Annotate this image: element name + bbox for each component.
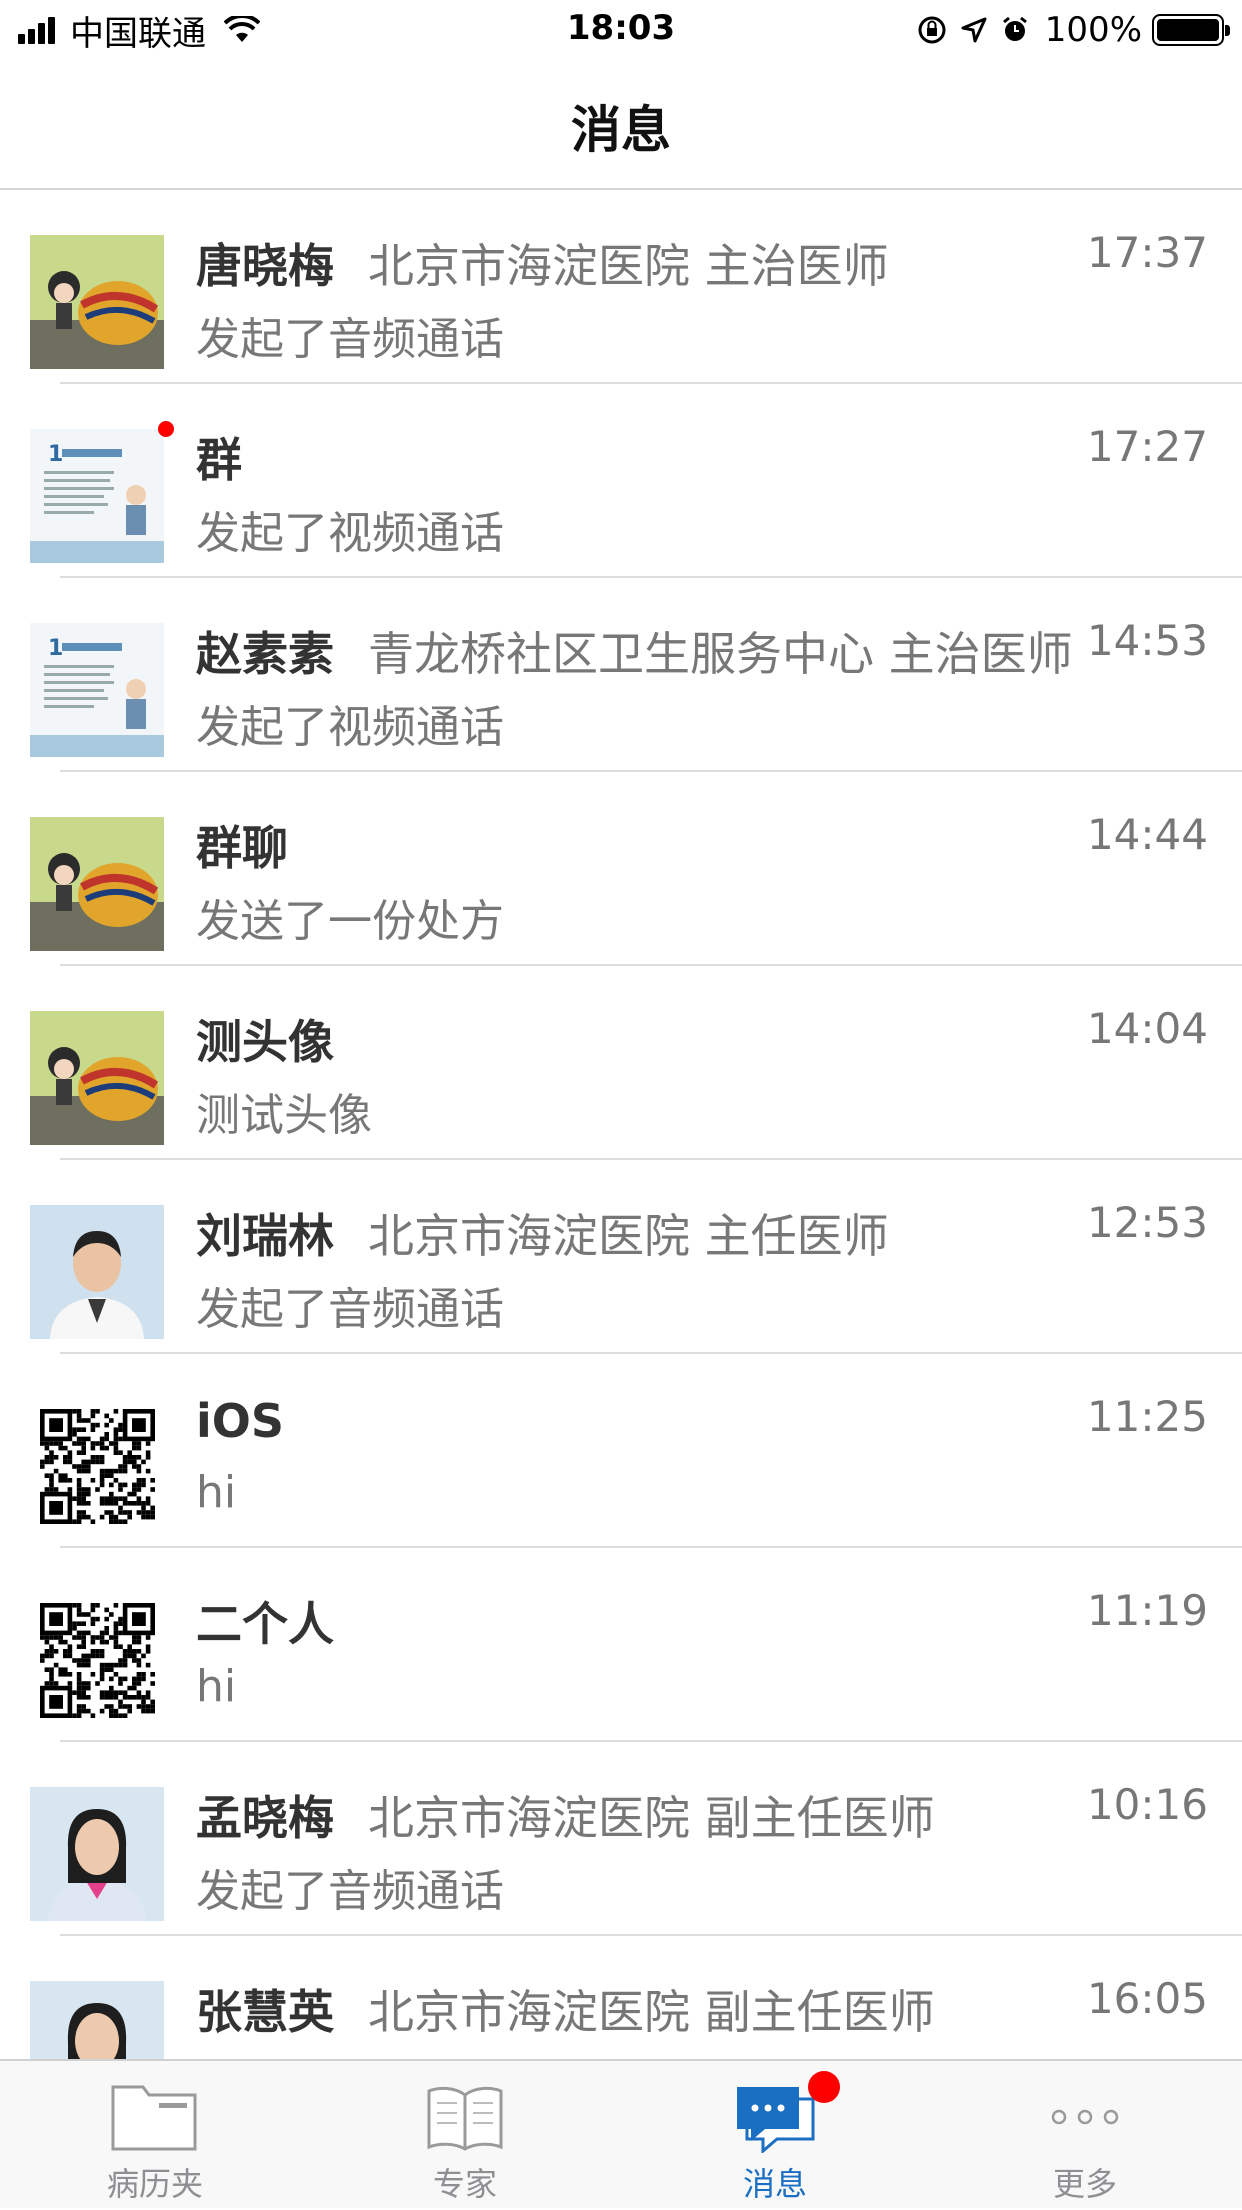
- conversation-row[interactable]: 1 群 17:27 发起了视频通话: [0, 384, 1242, 578]
- title-line: 唐晓梅 北京市海淀医院 主治医师: [196, 230, 1076, 290]
- contact-detail: 青龙桥社区卫生服务中心 主治医师: [368, 627, 1073, 678]
- avatar: 1: [30, 623, 164, 757]
- status-bar: 中国联通 18:03 100%: [0, 0, 1242, 60]
- contact-name: 赵素素: [196, 627, 334, 678]
- title-line: 刘瑞林 北京市海淀医院 主任医师: [196, 1200, 1076, 1260]
- message-time: 14:04: [1086, 1004, 1208, 1053]
- conversation-row[interactable]: iOS 11:25 hi: [0, 1354, 1242, 1548]
- avatar: [30, 1593, 164, 1727]
- title-line: 二个人: [196, 1588, 1076, 1648]
- conversation-row[interactable]: 刘瑞林 北京市海淀医院 主任医师 12:53 发起了音频通话: [0, 1160, 1242, 1354]
- battery-percent: 100%: [1044, 10, 1142, 50]
- conversation-row[interactable]: 测头像 14:04 测试头像: [0, 966, 1242, 1160]
- unread-badge: [808, 2071, 840, 2103]
- message-time: 17:37: [1086, 228, 1208, 277]
- avatar: [30, 1011, 164, 1145]
- avatar: [30, 817, 164, 951]
- message-preview: 发起了音频通话: [196, 1284, 504, 1335]
- title-line: 测头像: [196, 1006, 1076, 1066]
- contact-name: 群: [196, 433, 242, 484]
- tab-label: 消息: [742, 2165, 807, 2203]
- message-time: 12:53: [1086, 1198, 1208, 1247]
- conversation-row[interactable]: 群聊 14:44 发送了一份处方: [0, 772, 1242, 966]
- avatar: [30, 1787, 164, 1921]
- contact-name: 二个人: [196, 1597, 334, 1648]
- message-preview: 发起了视频通话: [196, 702, 504, 753]
- title-line: 赵素素 青龙桥社区卫生服务中心 主治医师: [196, 618, 1076, 678]
- message-time: 17:27: [1086, 422, 1208, 471]
- navigation-bar: 消息: [0, 60, 1242, 190]
- avatar: [30, 1205, 164, 1339]
- tab-messages[interactable]: 消息: [620, 2061, 930, 2210]
- avatar: [30, 235, 164, 369]
- contact-name: 张慧英: [196, 1985, 334, 2036]
- unread-dot: [158, 421, 174, 437]
- contact-name: iOS: [196, 1394, 285, 1448]
- message-preview: 测试头像: [196, 1090, 372, 1141]
- orientation-lock-icon: [918, 16, 946, 44]
- contact-detail: 北京市海淀医院 主任医师: [368, 1209, 889, 1260]
- message-preview: hi: [196, 1661, 237, 1712]
- page-title: 消息: [571, 101, 671, 159]
- chat-bubble-icon: [737, 2087, 815, 2153]
- avatar: 1: [30, 429, 164, 563]
- conversation-list[interactable]: 唐晓梅 北京市海淀医院 主治医师 17:37 发起了音频通话 1 群 17:27 发起了视频通…: [0, 190, 1242, 2130]
- title-line: 孟晓梅 北京市海淀医院 副主任医师: [196, 1782, 1076, 1842]
- conversation-row[interactable]: 唐晓梅 北京市海淀医院 主治医师 17:37 发起了音频通话: [0, 190, 1242, 384]
- tab-label: 更多: [1052, 2165, 1117, 2203]
- message-preview: 发送了一份处方: [196, 896, 504, 947]
- message-preview: 发起了音频通话: [196, 1866, 504, 1917]
- avatar: [30, 1399, 164, 1533]
- message-preview: 发起了音频通话: [196, 314, 504, 365]
- message-time: 16:05: [1086, 1974, 1208, 2023]
- location-arrow-icon: [961, 17, 987, 43]
- message-preview: hi: [196, 1467, 237, 1518]
- book-icon: [427, 2086, 503, 2151]
- contact-detail: 北京市海淀医院 副主任医师: [368, 1791, 935, 1842]
- conversation-row[interactable]: 孟晓梅 北京市海淀医院 副主任医师 10:16 发起了音频通话: [0, 1742, 1242, 1936]
- contact-name: 测头像: [196, 1015, 334, 1066]
- tab-records[interactable]: 病历夹: [0, 2061, 310, 2210]
- title-line: iOS: [196, 1394, 1076, 1454]
- contact-detail: 北京市海淀医院 副主任医师: [368, 1985, 935, 2036]
- message-time: 10:16: [1086, 1780, 1208, 1829]
- message-time: 14:53: [1086, 616, 1208, 665]
- alarm-icon: [1002, 16, 1027, 41]
- tab-bar: 病历夹 专家 消息 更多: [0, 2059, 1242, 2208]
- message-time: 11:19: [1086, 1586, 1208, 1635]
- title-line: 张慧英 北京市海淀医院 副主任医师: [196, 1976, 1076, 2036]
- title-line: 群聊: [196, 812, 1076, 872]
- tab-experts[interactable]: 专家: [310, 2061, 620, 2210]
- tab-label: 专家: [432, 2165, 497, 2203]
- contact-name: 唐晓梅: [196, 239, 334, 290]
- tab-label: 病历夹: [106, 2165, 203, 2203]
- more-dots-icon: [1051, 2109, 1119, 2125]
- message-time: 14:44: [1086, 810, 1208, 859]
- title-line: 群: [196, 424, 1076, 484]
- conversation-row[interactable]: 1 赵素素 青龙桥社区卫生服务中心 主治医师 14:53 发起了视频通话: [0, 578, 1242, 772]
- contact-name: 群聊: [196, 821, 288, 872]
- svg-text:1: 1: [48, 636, 63, 661]
- svg-text:1: 1: [48, 442, 63, 467]
- tab-more[interactable]: 更多: [930, 2061, 1240, 2210]
- message-time: 11:25: [1086, 1392, 1208, 1441]
- contact-name: 孟晓梅: [196, 1791, 334, 1842]
- message-preview: 发起了视频通话: [196, 508, 504, 559]
- contact-detail: 北京市海淀医院 主治医师: [368, 239, 889, 290]
- folder-icon: [111, 2085, 197, 2151]
- battery-icon: [1152, 14, 1230, 46]
- conversation-row[interactable]: 二个人 11:19 hi: [0, 1548, 1242, 1742]
- contact-name: 刘瑞林: [196, 1209, 334, 1260]
